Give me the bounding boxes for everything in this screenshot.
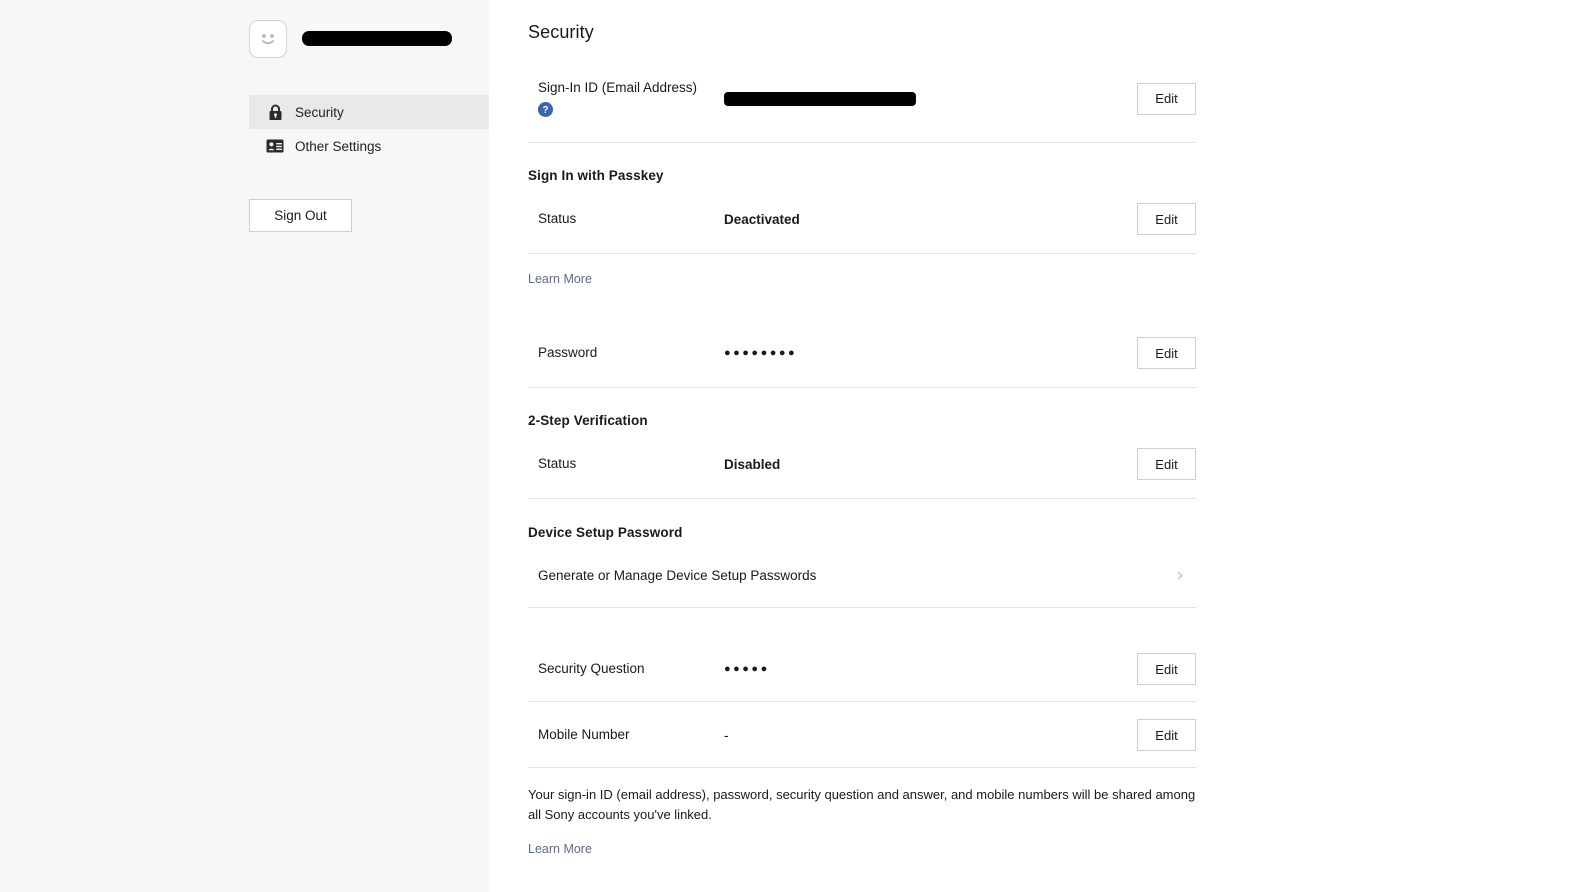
- edit-signin-id-button[interactable]: Edit: [1137, 83, 1196, 115]
- sidebar-item-other-settings[interactable]: Other Settings: [249, 129, 489, 163]
- passkey-learn-more-wrap: Learn More: [528, 270, 1196, 288]
- edit-two-step-button[interactable]: Edit: [1137, 448, 1196, 480]
- row-signin-id: Sign-In ID (Email Address) ? Edit: [528, 73, 1196, 124]
- footnote-learn-more-link[interactable]: Learn More: [528, 842, 592, 856]
- passkey-learn-more-link[interactable]: Learn More: [528, 272, 592, 286]
- signin-id-label-wrap: Sign-In ID (Email Address) ?: [528, 79, 724, 118]
- smiley-avatar-icon: [249, 20, 287, 58]
- two-step-status-value: Disabled: [724, 457, 1137, 472]
- row-mobile-number: Mobile Number - Edit: [528, 717, 1196, 753]
- sidebar-nav: Security Other Settings: [249, 95, 489, 163]
- sidebar: Security Other Settings Sign Out: [0, 0, 489, 892]
- edit-security-question-button[interactable]: Edit: [1137, 653, 1196, 685]
- page-title: Security: [528, 0, 1196, 43]
- signin-id-label: Sign-In ID (Email Address): [538, 79, 724, 97]
- sidebar-item-label-other-settings: Other Settings: [295, 139, 381, 154]
- edit-password-button[interactable]: Edit: [1137, 337, 1196, 369]
- svg-text:?: ?: [542, 105, 548, 116]
- two-step-status-label: Status: [528, 455, 724, 473]
- divider: [528, 701, 1196, 702]
- main-content: Security Sign-In ID (Email Address) ? Ed…: [489, 0, 1572, 892]
- help-circle-icon[interactable]: ?: [538, 100, 724, 118]
- divider: [528, 142, 1196, 143]
- sidebar-item-security[interactable]: Security: [249, 95, 489, 129]
- divider: [528, 767, 1196, 768]
- row-generate-device-setup-passwords[interactable]: Generate or Manage Device Setup Password…: [528, 558, 1196, 592]
- section-heading-passkey: Sign In with Passkey: [528, 168, 1196, 183]
- signin-id-redaction: [724, 92, 916, 106]
- passkey-status-value: Deactivated: [724, 212, 1137, 227]
- password-label: Password: [528, 344, 724, 362]
- security-question-label: Security Question: [528, 660, 724, 678]
- divider: [528, 253, 1196, 254]
- edit-passkey-button[interactable]: Edit: [1137, 203, 1196, 235]
- divider: [528, 607, 1196, 608]
- sidebar-item-label-security: Security: [295, 105, 344, 120]
- footnote-learn-more-wrap: Learn More: [528, 840, 1196, 858]
- passkey-status-label: Status: [528, 210, 724, 228]
- id-card-icon: [265, 139, 285, 153]
- account-name-redaction: [302, 31, 452, 46]
- row-password: Password ●●●●●●●● Edit: [528, 335, 1196, 371]
- row-two-step-status: Status Disabled Edit: [528, 446, 1196, 482]
- password-value: ●●●●●●●●: [724, 348, 1137, 359]
- section-heading-two-step: 2-Step Verification: [528, 413, 1196, 428]
- section-heading-device-setup-password: Device Setup Password: [528, 525, 1196, 540]
- mobile-number-label: Mobile Number: [528, 726, 724, 744]
- sign-out-button[interactable]: Sign Out: [249, 199, 352, 232]
- row-security-question: Security Question ●●●●● Edit: [528, 651, 1196, 687]
- lock-icon: [265, 104, 285, 121]
- divider: [528, 387, 1196, 388]
- mobile-number-value: -: [724, 728, 1137, 743]
- chevron-right-icon: ›: [1176, 566, 1196, 585]
- security-question-value: ●●●●●: [724, 664, 1137, 675]
- edit-mobile-number-button[interactable]: Edit: [1137, 719, 1196, 751]
- divider: [528, 498, 1196, 499]
- row-passkey-status: Status Deactivated Edit: [528, 201, 1196, 237]
- account-block: [249, 0, 489, 58]
- footnote-text: Your sign-in ID (email address), passwor…: [528, 785, 1196, 825]
- sign-out-wrapper: Sign Out: [249, 199, 489, 232]
- generate-device-setup-passwords-label: Generate or Manage Device Setup Password…: [528, 568, 1176, 583]
- signin-id-value: [724, 92, 1137, 106]
